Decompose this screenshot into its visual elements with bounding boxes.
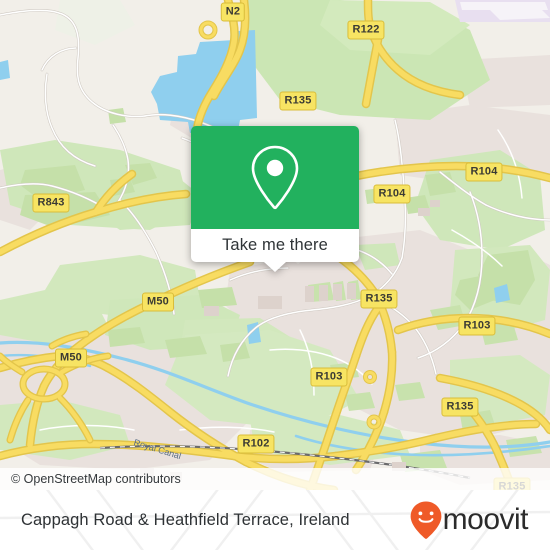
moovit-wordmark: moovit xyxy=(442,503,529,536)
popup-action-row[interactable]: Take me there xyxy=(191,229,359,272)
road-shield-r135: R135 xyxy=(279,91,317,111)
footer-bar: Cappagh Road & Heathfield Terrace, Irela… xyxy=(0,490,550,550)
road-shield-r103: R103 xyxy=(310,367,348,387)
road-shield-n2: N2 xyxy=(220,2,246,22)
popup-header xyxy=(191,126,359,229)
road-shield-r843: R843 xyxy=(32,193,70,213)
location-popup-card[interactable]: Take me there xyxy=(191,126,359,272)
moovit-pin-smiley-icon xyxy=(410,501,442,539)
moovit-logo[interactable]: moovit xyxy=(409,500,534,540)
take-me-there-label: Take me there xyxy=(222,236,328,254)
road-shield-m50: M50 xyxy=(55,348,87,368)
road-shield-r102: R102 xyxy=(237,434,275,454)
map-attribution-bar: © OpenStreetMap contributors xyxy=(0,468,550,490)
moovit-map-screenshot: Take me there N2 R122 R135 R104 R104 R843 M50 R… xyxy=(0,0,550,550)
airport-area xyxy=(455,0,550,22)
road-shield-r135: R135 xyxy=(441,397,479,417)
road-shield-r135: R135 xyxy=(360,289,398,309)
place-title: Cappagh Road & Heathfield Terrace, Irela… xyxy=(21,510,350,529)
road-shield-m50: M50 xyxy=(142,292,174,312)
road-shield-r103: R103 xyxy=(458,316,496,336)
osm-attribution-text: © OpenStreetMap contributors xyxy=(11,472,181,486)
road-shield-r104: R104 xyxy=(465,162,503,182)
road-shield-r104: R104 xyxy=(373,184,411,204)
road-shield-r122: R122 xyxy=(347,20,385,40)
map-pin-icon xyxy=(251,145,299,209)
popup-tail-pointer xyxy=(264,262,286,272)
map-canvas[interactable]: Take me there N2 R122 R135 R104 R104 R843 M50 R… xyxy=(0,0,550,490)
